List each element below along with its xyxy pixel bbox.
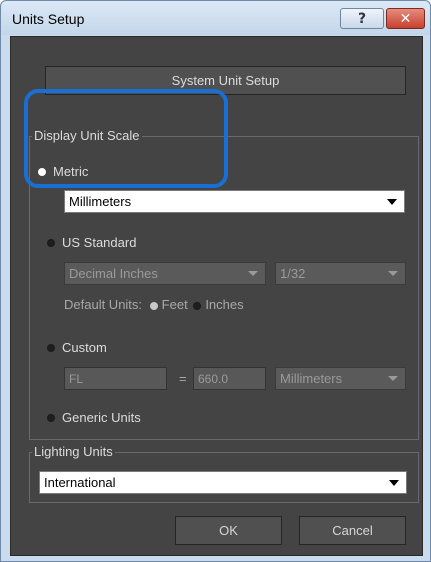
custom-amount-input[interactable]: 660.0 [193,367,266,390]
chevron-down-icon [388,271,398,276]
generic-units-label: Generic Units [62,410,141,425]
title-bar[interactable]: Units Setup ? ✕ [1,1,430,35]
highlight-annotation [24,89,228,188]
metric-units-dropdown[interactable]: Millimeters [64,190,405,213]
custom-units-dropdown[interactable]: Millimeters [275,367,406,390]
default-units-label: Default Units: [64,297,143,312]
chevron-down-icon [387,198,397,205]
us-fraction-dropdown[interactable]: 1/32 [275,262,406,285]
custom-name-input[interactable]: FL [64,367,167,390]
ok-button[interactable]: OK [175,516,282,545]
close-button[interactable]: ✕ [386,8,425,29]
equals-sign: = [179,371,187,386]
chevron-down-icon [389,479,399,486]
us-standard-radio[interactable]: US Standard [47,235,136,250]
units-setup-dialog: Units Setup ? ✕ System Unit Setup Displa… [0,0,431,562]
us-units-dropdown[interactable]: Decimal Inches [64,262,266,285]
help-button[interactable]: ? [340,8,384,29]
generic-units-radio-dot [47,413,55,422]
default-units-row: Default Units: Feet Inches [64,297,244,312]
custom-units-value: Millimeters [280,371,343,386]
window-title: Units Setup [12,11,85,27]
chevron-down-icon [388,376,398,381]
custom-radio-dot [47,343,55,352]
generic-units-radio[interactable]: Generic Units [47,410,141,425]
feet-radio[interactable] [149,301,158,310]
us-fraction-value: 1/32 [280,266,306,281]
us-units-value: Decimal Inches [69,266,158,281]
lighting-units-dropdown[interactable]: International [39,471,407,494]
inches-radio[interactable] [193,301,202,310]
feet-label: Feet [161,297,188,312]
inches-label: Inches [205,297,244,312]
metric-units-value: Millimeters [69,194,132,209]
chevron-down-icon [248,271,258,276]
us-standard-radio-dot [47,238,55,247]
cancel-button[interactable]: Cancel [299,516,406,545]
lighting-units-value: International [44,475,116,490]
us-standard-label: US Standard [62,235,137,250]
close-icon: ✕ [399,10,412,27]
lighting-units-label: Lighting Units [32,444,115,460]
custom-label: Custom [62,340,107,355]
custom-radio[interactable]: Custom [47,340,107,355]
help-icon: ? [357,10,367,27]
